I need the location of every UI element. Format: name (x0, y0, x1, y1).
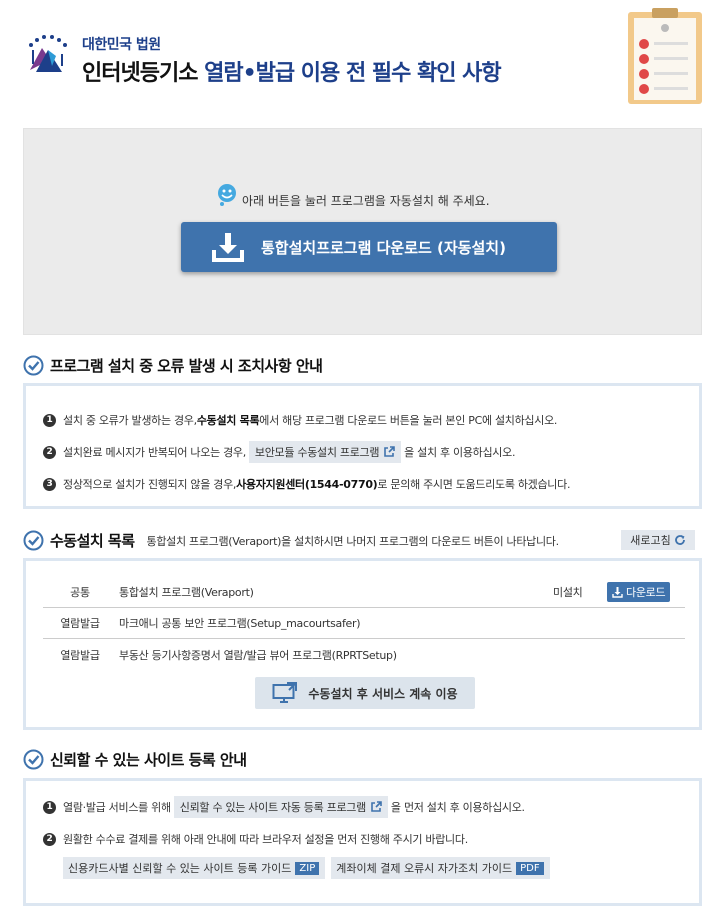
table-row: 공통 통합설치 프로그램(Veraport) 미설치 다운로드 (43, 577, 685, 608)
row-program-name: 부동산 등기사항증명서 열람/발급 뷰어 프로그램(RPRTSetup) (119, 648, 397, 662)
court-name: 대한민국 법원 (82, 37, 161, 53)
page-header: 대한민국 법원 인터넷등기소 열람•발급 이용 전 필수 확인 사항 (0, 0, 724, 115)
account-transfer-guide-link[interactable]: 계좌이체 결제 오류시 자가조치 가이드 PDF (331, 857, 550, 879)
continue-label: 수동설치 후 서비스 계속 이용 (308, 686, 458, 701)
error-guide-text-pre: 정상적으로 설치가 진행되지 않을 경우, (63, 478, 237, 491)
file-type-badge: ZIP (295, 861, 320, 875)
veraport-download-button[interactable]: 다운로드 (607, 582, 671, 602)
court-logo-icon (29, 35, 67, 72)
trusted-site-auto-register-link[interactable]: 신뢰할 수 있는 사이트 자동 등록 프로그램 (173, 796, 388, 818)
trust-guide-item: 1 열람·발급 서비스를 위해 신뢰할 수 있는 사이트 자동 등록 프로그램 … (43, 791, 699, 823)
refresh-button[interactable]: 새로고침 (621, 530, 695, 550)
check-circle-icon (23, 749, 44, 770)
row-program-name: 마크애니 공통 보안 프로그램(Setup_macourtsafer) (119, 617, 361, 630)
manual-list-emphasis: 수동설치 목록 (196, 414, 260, 427)
manual-install-panel: 공통 통합설치 프로그램(Veraport) 미설치 다운로드 열람발급 마크애… (23, 558, 702, 730)
step-number: 1 (43, 413, 56, 427)
step-number: 2 (43, 832, 56, 846)
step-number: 3 (43, 477, 56, 491)
trust-section-heading: 신뢰할 수 있는 사이트 등록 안내 (23, 749, 247, 770)
guide-label: 계좌이체 결제 오류시 자가조치 가이드 (336, 862, 513, 875)
trust-guide-text-pre: 열람·발급 서비스를 위해 (63, 801, 171, 814)
page-title: 인터넷등기소 열람•발급 이용 전 필수 확인 사항 (82, 55, 502, 87)
row-category: 열람발급 (60, 648, 100, 662)
trust-site-panel: 1 열람·발급 서비스를 위해 신뢰할 수 있는 사이트 자동 등록 프로그램 … (23, 778, 702, 906)
trust-guide-text: 원활한 수수료 결제를 위해 아래 안내에 따라 브라우저 설정을 먼저 진행해… (63, 833, 468, 846)
download-icon (612, 586, 623, 598)
error-guide-item: 1 설치 중 오류가 발생하는 경우, 수동설치 목록 에서 해당 프로그램 다운… (43, 404, 699, 436)
support-center-emphasis: 사용자지원센터(1544-0770) (236, 478, 378, 491)
card-company-guide-link[interactable]: 신용카드사별 신뢰할 수 있는 사이트 등록 가이드 ZIP (63, 857, 326, 879)
download-icon (212, 233, 244, 262)
auto-install-hint-text: 아래 버튼을 눌러 프로그램을 자동설치 해 주세요. (242, 194, 490, 208)
row-category: 공통 (70, 586, 90, 599)
check-circle-icon (23, 530, 44, 551)
page-title-prefix: 인터넷등기소 (82, 61, 198, 86)
step-number: 1 (43, 800, 56, 814)
auto-install-download-label: 통합설치프로그램 다운로드 (자동설치) (261, 238, 506, 257)
row-category: 열람발급 (60, 617, 100, 630)
manual-section-heading: 수동설치 목록 통합설치 프로그램(Veraport)을 설치하시면 나머지 프… (23, 530, 559, 551)
file-type-badge: PDF (516, 861, 544, 875)
row-install-status: 미설치 (553, 586, 583, 599)
security-module-link-label: 보안모듈 수동설치 프로그램 (254, 446, 380, 459)
smiley-icon (218, 184, 236, 206)
manual-install-table: 공통 통합설치 프로그램(Veraport) 미설치 다운로드 열람발급 마크애… (43, 577, 685, 670)
auto-install-hint: 아래 버튼을 눌러 프로그램을 자동설치 해 주세요. (216, 183, 490, 208)
monitor-icon (272, 682, 298, 703)
auto-install-box: 아래 버튼을 눌러 프로그램을 자동설치 해 주세요. 통합설치프로그램 다운로… (23, 128, 702, 335)
refresh-label: 새로고침 (630, 534, 671, 547)
auto-install-download-button[interactable]: 통합설치프로그램 다운로드 (자동설치) (181, 222, 557, 272)
check-circle-icon (23, 355, 44, 376)
guide-label: 신용카드사별 신뢰할 수 있는 사이트 등록 가이드 (68, 862, 292, 875)
error-section-title: 프로그램 설치 중 오류 발생 시 조치사항 안내 (50, 357, 323, 375)
step-number: 2 (43, 445, 56, 459)
error-guide-item: 3 정상적으로 설치가 진행되지 않을 경우, 사용자지원센터(1544-077… (43, 468, 699, 500)
error-section-heading: 프로그램 설치 중 오류 발생 시 조치사항 안내 (23, 355, 323, 376)
table-row: 열람발급 부동산 등기사항증명서 열람/발급 뷰어 프로그램(RPRTSetup… (43, 639, 685, 670)
error-guide-text-post: 에서 해당 프로그램 다운로드 버튼을 눌러 본인 PC에 설치하십시오. (259, 414, 558, 427)
trusted-site-link-label: 신뢰할 수 있는 사이트 자동 등록 프로그램 (179, 801, 366, 814)
error-guide-item: 2 설치완료 메시지가 반복되어 나오는 경우, 보안모듈 수동설치 프로그램 … (43, 436, 699, 468)
external-link-icon (384, 446, 395, 457)
download-label: 다운로드 (626, 586, 666, 599)
checklist-clipboard-icon (628, 8, 702, 104)
trust-section-title: 신뢰할 수 있는 사이트 등록 안내 (50, 751, 247, 769)
error-guide-panel: 1 설치 중 오류가 발생하는 경우, 수동설치 목록 에서 해당 프로그램 다운… (23, 383, 702, 509)
error-guide-text-pre: 설치완료 메시지가 반복되어 나오는 경우, (63, 446, 246, 459)
guide-links: 신용카드사별 신뢰할 수 있는 사이트 등록 가이드 ZIP 계좌이체 결제 오… (43, 857, 699, 879)
manual-section-desc: 통합설치 프로그램(Veraport)을 설치하시면 나머지 프로그램의 다운로… (146, 534, 560, 548)
continue-after-manual-install-button[interactable]: 수동설치 후 서비스 계속 이용 (255, 677, 475, 709)
error-guide-text-pre: 설치 중 오류가 발생하는 경우, (63, 414, 197, 427)
security-module-manual-install-link[interactable]: 보안모듈 수동설치 프로그램 (248, 441, 402, 463)
error-guide-text-post: 로 문의해 주시면 도움드리도록 하겠습니다. (377, 478, 571, 491)
error-guide-text-post: 을 설치 후 이용하십시오. (404, 446, 516, 459)
table-row: 열람발급 마크애니 공통 보안 프로그램(Setup_macourtsafer) (43, 608, 685, 639)
page-title-accent: 열람•발급 이용 전 필수 확인 사항 (204, 61, 501, 86)
external-link-icon (371, 801, 382, 812)
trust-guide-item: 2 원활한 수수료 결제를 위해 아래 안내에 따라 브라우저 설정을 먼저 진… (43, 823, 699, 855)
refresh-icon (674, 535, 685, 545)
row-program-name: 통합설치 프로그램(Veraport) (119, 586, 254, 599)
trust-guide-text-post: 을 먼저 설치 후 이용하십시오. (390, 801, 525, 814)
manual-section-title: 수동설치 목록 (50, 532, 135, 550)
